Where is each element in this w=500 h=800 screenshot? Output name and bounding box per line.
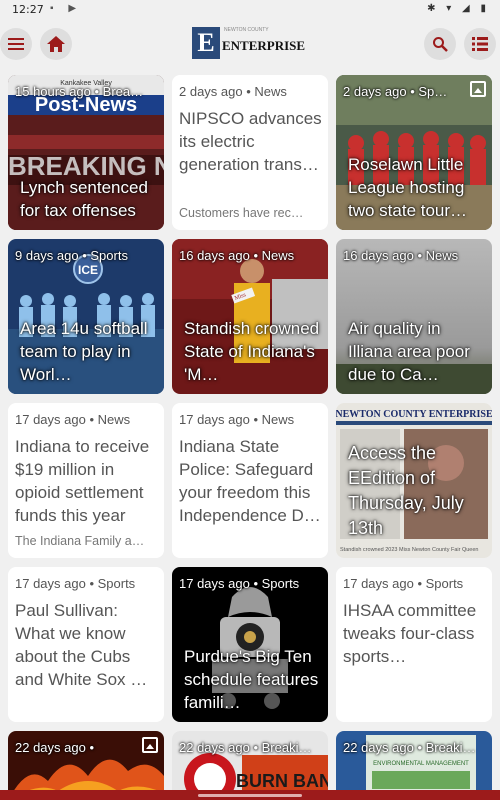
article-card[interactable]: 2 days ago • News NIPSCO advances its el…: [172, 75, 328, 230]
list-icon: [472, 37, 488, 51]
card-excerpt: Customers have rec…: [179, 206, 304, 220]
card-title: Standish crowned State of Indiana's 'M…: [184, 319, 320, 384]
card-title: Lynch sentenced for tax offenses: [20, 178, 148, 220]
article-card[interactable]: 17 days ago • News Indiana to receive $1…: [8, 403, 164, 558]
card-meta: 22 days ago • Breaki…: [179, 740, 312, 755]
card-meta: 15 hours ago • Brea…: [15, 84, 144, 99]
image-team-text: ICE: [78, 263, 98, 277]
system-icons: ✱ ▾ ◢ ▮: [427, 3, 490, 14]
card-meta: 17 days ago • Sports: [343, 576, 464, 591]
app-logo[interactable]: E NEWTON COUNTY ENTERPRISE: [192, 26, 305, 60]
menu-button[interactable]: [0, 28, 32, 60]
gallery-icon: [470, 81, 486, 97]
card-meta: 17 days ago • News: [15, 412, 131, 427]
hamburger-icon: [8, 38, 24, 50]
card-title: Paul Sullivan: What we know about the Cu…: [15, 601, 148, 689]
article-card[interactable]: 17 days ago • Sports IHSAA committee twe…: [336, 567, 492, 722]
article-card[interactable]: 17 days ago • Sports Paul Sullivan: What…: [8, 567, 164, 722]
card-title: Indiana State Police: Safeguard your fre…: [179, 437, 321, 525]
logo-small-text: NEWTON COUNTY: [224, 27, 269, 33]
search-button[interactable]: [424, 28, 456, 60]
image-burnban-text: BURN BAN: [236, 771, 328, 791]
bottom-bar: [0, 790, 500, 800]
article-card[interactable]: 2 days ago • Sp… Roselawn Little League …: [336, 75, 492, 230]
card-title: Area 14u softball team to play in Worl…: [20, 319, 148, 384]
home-indicator[interactable]: [198, 794, 302, 797]
status-time: 12:27: [12, 3, 44, 16]
card-title: NIPSCO advances its electric generation …: [179, 109, 322, 174]
card-meta: 22 days ago • Breaki…: [343, 740, 476, 755]
logo-text: ENTERPRISE: [222, 38, 306, 53]
card-meta: 16 days ago • News: [343, 248, 459, 263]
card-meta: 17 days ago • Sports: [179, 576, 300, 591]
logo-letter: E: [192, 27, 220, 59]
notification-icons: ▪ ▶: [50, 3, 83, 14]
article-card[interactable]: Miss 16 days ago • News Standish crowned…: [172, 239, 328, 394]
card-title: Purdue's Big Ten schedule features famil…: [184, 647, 319, 712]
card-meta: 17 days ago • News: [179, 412, 295, 427]
search-icon: [433, 37, 448, 52]
status-bar: 12:27 ▪ ▶ ✱ ▾ ◢ ▮: [0, 0, 500, 20]
card-title: Air quality in Illiana area poor due to …: [348, 319, 470, 384]
card-meta: 2 days ago • Sp…: [343, 84, 448, 99]
newspaper-masthead: NEWTON COUNTY ENTERPRISE: [336, 409, 492, 420]
article-card[interactable]: ICE 9 days ago • Sports Area 14u softbal…: [8, 239, 164, 394]
card-meta: 9 days ago • Sports: [15, 248, 128, 263]
app-bar: E NEWTON COUNTY ENTERPRISE: [0, 20, 500, 68]
card-meta: 2 days ago • News: [179, 84, 287, 99]
newspaper-caption: Standish crowned 2023 Miss Newton County…: [340, 547, 479, 553]
card-title: IHSAA committee tweaks four-class sports…: [343, 601, 477, 666]
eedition-card[interactable]: NEWTON COUNTY ENTERPRISE Standish crowne…: [336, 403, 492, 558]
card-excerpt: The Indiana Family a…: [15, 534, 145, 548]
home-icon: [47, 36, 65, 52]
image-environmental-text: ENVIRONMENTAL MANAGEMENT: [373, 761, 469, 767]
card-meta: 17 days ago • Sports: [15, 576, 136, 591]
gallery-icon: [142, 737, 158, 753]
article-card[interactable]: 16 days ago • News Air quality in Illian…: [336, 239, 492, 394]
sections-button[interactable]: [464, 28, 496, 60]
card-title: Roselawn Little League hosting two state…: [348, 155, 468, 220]
home-button[interactable]: [40, 28, 72, 60]
article-card[interactable]: 17 days ago • Sports Purdue's Big Ten sc…: [172, 567, 328, 722]
card-meta: 16 days ago • News: [179, 248, 295, 263]
article-card[interactable]: Kankakee Valley Post-News BREAKING NEWS …: [8, 75, 164, 230]
card-meta: 22 days ago •: [15, 740, 94, 755]
article-card[interactable]: 17 days ago • News Indiana State Police:…: [172, 403, 328, 558]
card-title: Access the EEdition of Thursday, July 13…: [348, 443, 464, 538]
card-title: Indiana to receive $19 million in opioid…: [15, 437, 150, 525]
